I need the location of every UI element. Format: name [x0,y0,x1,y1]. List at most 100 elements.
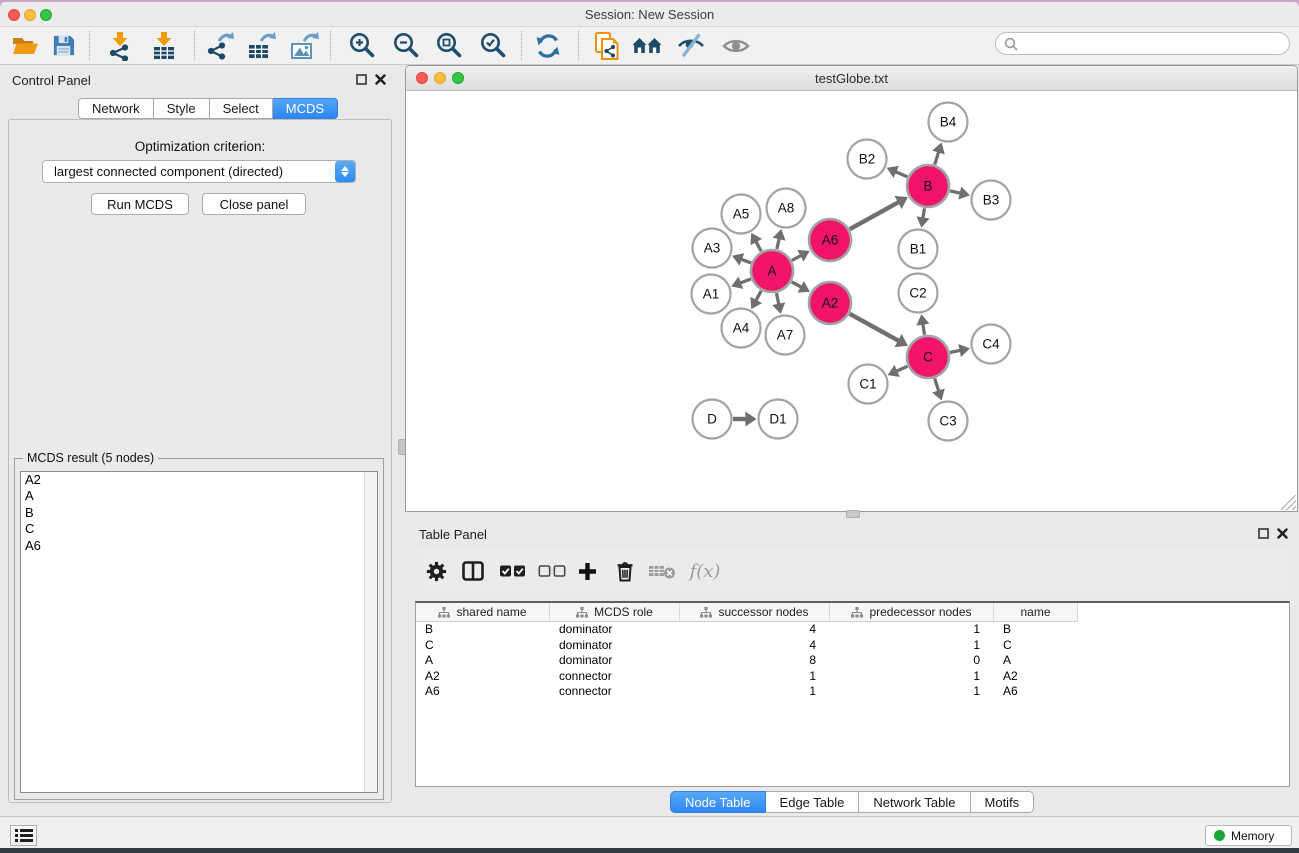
run-mcds-button[interactable]: Run MCDS [91,193,189,215]
table-options-gear-button[interactable] [418,548,454,594]
export-table-button[interactable] [243,29,279,62]
graph-edge-A-A4[interactable] [756,291,762,301]
import-table-button[interactable] [146,29,182,62]
table-cell[interactable]: dominator [550,653,680,669]
save-session-button[interactable] [45,29,81,62]
table-cell[interactable]: 1 [830,684,994,700]
table-cell[interactable]: A6 [994,684,1078,700]
search-box[interactable] [995,32,1290,55]
memory-button[interactable]: Memory [1205,825,1292,846]
table-cell[interactable]: 1 [830,669,994,685]
add-column-button[interactable] [569,548,605,594]
export-network-button[interactable] [201,29,237,62]
deselect-all-columns-button[interactable] [534,548,570,594]
show-columns-button[interactable] [455,548,491,594]
clone-network-button[interactable] [589,29,625,62]
column-header-successor-nodes[interactable]: successor nodes [680,603,830,622]
table-panel-close-button[interactable] [1276,527,1289,540]
table-cell[interactable]: A6 [416,684,550,700]
table-row[interactable]: A6connector11A6 [416,684,1289,700]
table-cell[interactable]: 4 [680,638,830,654]
column-header-shared-name[interactable]: shared name [416,603,550,622]
graph-edge-A-A2[interactable] [792,282,802,288]
network-canvas[interactable]: B4B2BB3A5A8A6B1A3AC2A1A2A4A7C4CC1DD1C3 [407,91,1297,511]
table-cell[interactable]: dominator [550,638,680,654]
open-session-button[interactable] [7,29,43,62]
refresh-view-button[interactable] [530,29,566,62]
table-cell[interactable]: 1 [680,684,830,700]
delete-column-button[interactable] [607,548,643,594]
graph-edge-C-C4[interactable] [950,350,961,352]
hide-panels-button[interactable] [673,29,709,62]
mcds-result-list[interactable]: A2ABCA6 [20,471,378,793]
graph-edge-A2-C[interactable] [850,314,900,341]
graph-edge-A-A7[interactable] [776,293,778,305]
graph-edge-C-C1[interactable] [896,366,908,371]
control-panel-float-button[interactable] [355,73,368,86]
select-all-columns-button[interactable] [495,548,531,594]
control-tab-style[interactable]: Style [154,98,210,119]
table-cell[interactable]: 8 [680,653,830,669]
export-image-button[interactable] [286,29,322,62]
control-tab-mcds[interactable]: MCDS [273,98,338,119]
function-builder-button[interactable]: f(x) [683,548,727,594]
graph-edge-A-A5[interactable] [756,241,762,251]
graph-edge-A-A8[interactable] [777,238,780,249]
mcds-result-item[interactable]: A [21,488,377,504]
graph-edge-A-A6[interactable] [792,255,802,260]
tab-node-table[interactable]: Node Table [670,791,766,813]
mcds-result-item[interactable]: C [21,521,377,537]
tab-motifs[interactable]: Motifs [971,791,1035,813]
table-cell[interactable]: C [994,638,1078,654]
table-cell[interactable]: A [416,653,550,669]
close-panel-button[interactable]: Close panel [202,193,306,215]
table-row[interactable]: Cdominator41C [416,638,1289,654]
control-tab-select[interactable]: Select [210,98,273,119]
graph-edge-B-B2[interactable] [895,171,908,177]
table-cell[interactable]: connector [550,684,680,700]
graph-edge-C-C2[interactable] [923,323,925,335]
table-panel-float-button[interactable] [1257,527,1270,540]
table-row[interactable]: Bdominator41B [416,622,1289,638]
tab-network-table[interactable]: Network Table [859,791,970,813]
graph-edge-A-A3[interactable] [740,259,751,263]
window-resize-grip[interactable] [1281,495,1296,510]
graph-edge-A-A1[interactable] [740,279,751,283]
graph-edge-B-B1[interactable] [923,208,925,219]
table-cell[interactable]: 1 [830,622,994,638]
criterion-select[interactable]: largest connected component (directed) [42,160,356,183]
graph-edge-A6-B[interactable] [850,202,900,229]
zoom-out-button[interactable] [387,29,423,62]
table-cell[interactable]: 4 [680,622,830,638]
control-tab-network[interactable]: Network [78,98,154,119]
column-header-predecessor-nodes[interactable]: predecessor nodes [830,603,994,622]
graph-edge-C-C3[interactable] [935,378,939,391]
graph-edge-B-B3[interactable] [950,191,961,194]
horizontal-splitter-handle[interactable] [846,510,860,518]
table-cell[interactable]: 0 [830,653,994,669]
table-cell[interactable]: dominator [550,622,680,638]
table-cell[interactable]: B [994,622,1078,638]
scrollbar-track[interactable] [364,472,377,792]
control-panel-close-button[interactable] [374,73,387,86]
show-graphics-details-button[interactable] [718,29,754,62]
graph-edge-B-B4[interactable] [935,151,939,164]
home-view-button[interactable] [629,29,665,62]
search-input[interactable] [1023,37,1289,51]
column-header-name[interactable]: name [994,603,1078,622]
table-cell[interactable]: 1 [830,638,994,654]
delete-table-button[interactable] [644,548,680,594]
mcds-result-item[interactable]: A2 [21,472,377,488]
zoom-in-button[interactable] [343,29,379,62]
table-cell[interactable]: C [416,638,550,654]
table-cell[interactable]: 1 [680,669,830,685]
zoom-selected-button[interactable] [474,29,510,62]
table-cell[interactable]: A [994,653,1078,669]
table-row[interactable]: Adominator80A [416,653,1289,669]
zoom-fit-button[interactable] [430,29,466,62]
import-network-button[interactable] [102,29,138,62]
mcds-result-item[interactable]: A6 [21,538,377,554]
table-cell[interactable]: A2 [416,669,550,685]
table-cell[interactable]: B [416,622,550,638]
column-header-MCDS-role[interactable]: MCDS role [550,603,680,622]
